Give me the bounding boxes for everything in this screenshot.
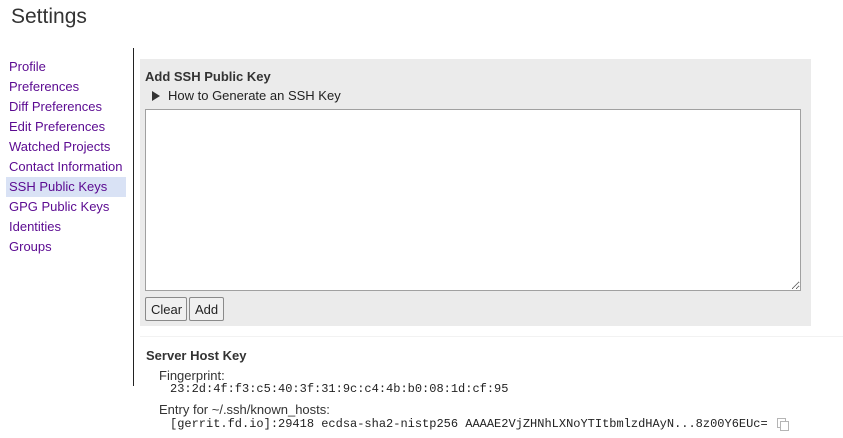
sidebar-item-preferences[interactable]: Preferences (6, 77, 126, 97)
sidebar-divider (133, 48, 134, 386)
sidebar-item-diff-preferences[interactable]: Diff Preferences (6, 97, 126, 117)
fingerprint-value: 23:2d:4f:f3:c5:40:3f:31:9c:c4:4b:b0:08:1… (170, 382, 509, 396)
server-host-key-section: Server Host Key Fingerprint: 23:2d:4f:f3… (140, 336, 843, 437)
sidebar-item-ssh-public-keys[interactable]: SSH Public Keys (6, 177, 126, 197)
fingerprint-label: Fingerprint: (159, 368, 225, 383)
server-host-key-heading: Server Host Key (146, 348, 247, 363)
copy-icon[interactable] (776, 417, 790, 431)
sidebar-item-edit-preferences[interactable]: Edit Preferences (6, 117, 126, 137)
sidebar-item-watched-projects[interactable]: Watched Projects (6, 137, 126, 157)
sidebar-item-identities[interactable]: Identities (6, 217, 126, 237)
add-ssh-key-heading: Add SSH Public Key (145, 69, 271, 84)
sidebar-item-contact-information[interactable]: Contact Information (6, 157, 126, 177)
add-button[interactable]: Add (189, 297, 224, 321)
page-title: Settings (11, 5, 87, 28)
sidebar-item-gpg-public-keys[interactable]: GPG Public Keys (6, 197, 126, 217)
settings-sidebar: Profile Preferences Diff Preferences Edi… (6, 57, 126, 257)
triangle-right-icon (152, 91, 160, 101)
known-hosts-label: Entry for ~/.ssh/known_hosts: (159, 402, 330, 417)
how-to-generate-label: How to Generate an SSH Key (168, 88, 341, 103)
clear-button[interactable]: Clear (145, 297, 187, 321)
sidebar-item-profile[interactable]: Profile (6, 57, 126, 77)
sidebar-item-groups[interactable]: Groups (6, 237, 126, 257)
how-to-generate-toggle[interactable]: How to Generate an SSH Key (152, 88, 341, 103)
known-hosts-value: [gerrit.fd.io]:29418 ecdsa-sha2-nistp256… (170, 417, 768, 431)
add-ssh-key-panel: Add SSH Public Key How to Generate an SS… (140, 59, 811, 326)
ssh-key-textarea[interactable] (145, 109, 801, 291)
